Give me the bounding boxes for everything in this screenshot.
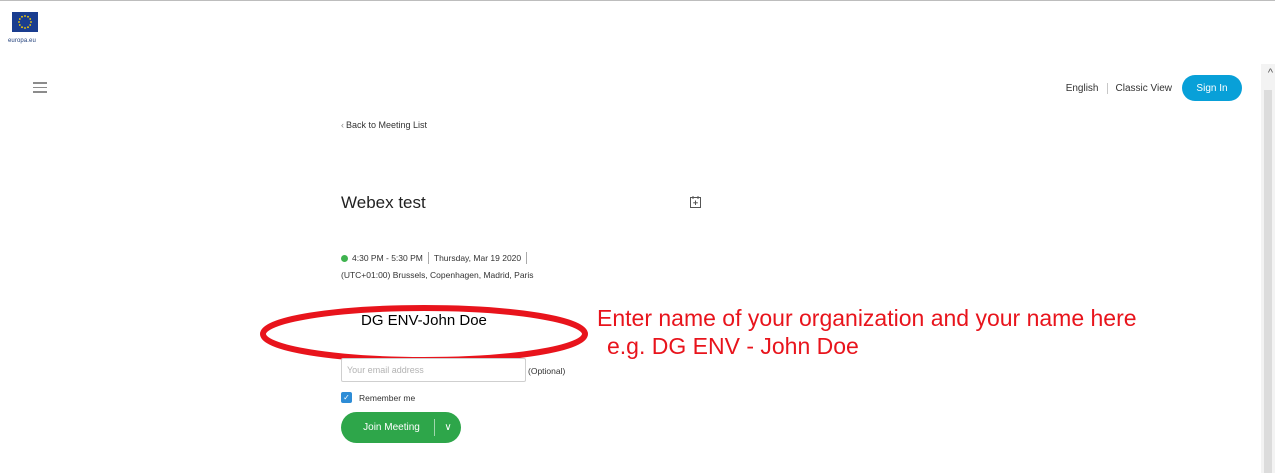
sign-in-button[interactable]: Sign In — [1182, 75, 1242, 101]
annotation-line-2: e.g. DG ENV - John Doe — [607, 333, 859, 359]
chevron-left-icon: ‹ — [341, 120, 344, 130]
meeting-date: Thursday, Mar 19 2020 — [433, 253, 522, 263]
classic-view-link[interactable]: Classic View — [1108, 83, 1183, 94]
back-link-label: Back to Meeting List — [346, 120, 428, 130]
back-to-meeting-list-link[interactable]: ‹ Back to Meeting List — [341, 120, 427, 130]
email-field[interactable] — [341, 358, 526, 382]
scroll-up-arrow-icon[interactable]: ^ — [1268, 67, 1273, 79]
europa-logo[interactable]: europa.eu — [8, 12, 42, 44]
chevron-down-icon[interactable]: ∨ — [435, 422, 461, 433]
join-meeting-button[interactable]: Join Meeting ∨ — [341, 412, 461, 443]
top-border — [0, 0, 1275, 1]
join-meeting-label: Join Meeting — [363, 422, 420, 433]
checkbox-checked-icon[interactable]: ✓ — [341, 392, 352, 403]
meeting-time-row: 4:30 PM - 5:30 PM Thursday, Mar 19 2020 — [341, 252, 532, 264]
remember-me-label: Remember me — [359, 392, 416, 403]
remember-me-checkbox[interactable]: ✓ Remember me — [341, 392, 415, 403]
name-field[interactable] — [341, 306, 525, 334]
meeting-title: Webex test — [341, 193, 426, 212]
status-dot-icon — [341, 254, 348, 262]
language-selector[interactable]: English — [1066, 82, 1108, 94]
divider — [526, 252, 528, 264]
optional-label: (Optional) — [528, 366, 566, 376]
meeting-timezone: (UTC+01:00) Brussels, Copenhagen, Madrid… — [341, 270, 534, 280]
top-nav: English Classic View Sign In — [1066, 75, 1242, 101]
calendar-add-icon[interactable] — [690, 196, 701, 208]
eu-flag-icon — [12, 12, 38, 32]
hamburger-menu-icon[interactable] — [33, 82, 47, 96]
annotation-line-1: Enter name of your organization and your… — [597, 305, 1137, 331]
meeting-time: 4:30 PM - 5:30 PM — [352, 253, 423, 263]
logo-text: europa.eu — [8, 38, 36, 44]
annotation-text: Enter name of your organization and your… — [597, 304, 1137, 360]
divider — [427, 252, 429, 264]
scrollbar-thumb[interactable] — [1264, 90, 1272, 473]
